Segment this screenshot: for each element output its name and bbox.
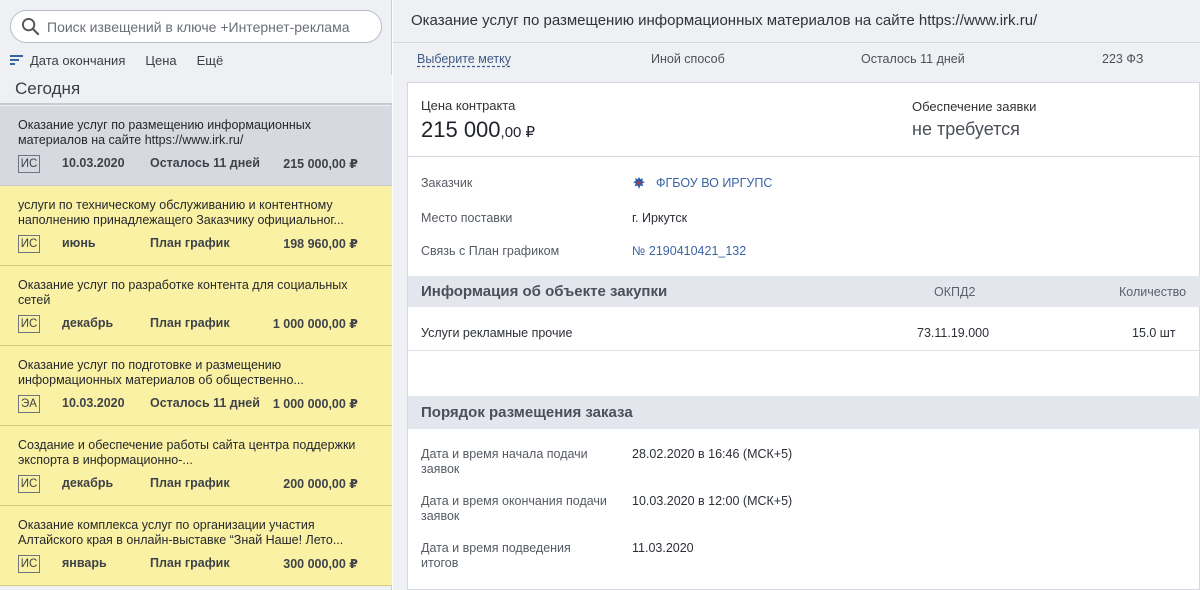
list-item-title: Оказание услуг по подготовке и размещени… — [18, 358, 304, 387]
order-results-value: 11.03.2020 — [632, 541, 694, 555]
group-header-today: Сегодня — [0, 75, 392, 105]
search-icon[interactable] — [21, 17, 40, 36]
object-okpd: 73.11.19.000 — [917, 326, 990, 340]
delivery-place-label: Место поставки — [421, 211, 513, 225]
detail-panel: Оказание услуг по размещению информацион… — [393, 0, 1200, 590]
sort-by-price[interactable]: Цена — [145, 53, 176, 68]
list-item-title: Оказание комплекса услуг по организации … — [18, 518, 344, 547]
detail-card: Цена контракта 215 000,00 ₽ Обеспечение … — [407, 82, 1200, 590]
sort-bar: Дата окончания Цена Ещё — [10, 50, 243, 70]
list-item-meta: ИС июнь План график 198 960,00 ₽ — [18, 235, 358, 253]
contract-price-label: Цена контракта — [421, 98, 516, 113]
page-title: Оказание услуг по размещению информацион… — [411, 12, 1038, 29]
law-badge: 223 ФЗ — [1102, 52, 1144, 66]
eagle-emblem-icon — [633, 177, 645, 189]
quantity-column-header: Количество — [1119, 285, 1187, 299]
object-section-header: Информация об объекте закупки ОКПД2 Коли… — [408, 276, 1200, 307]
procedure-type-badge: ИС — [18, 155, 40, 173]
list-item[interactable]: Оказание услуг по разработке контента дл… — [0, 266, 392, 346]
sort-more[interactable]: Ещё — [197, 53, 224, 68]
order-end-value: 10.03.2020 в 12:00 (МСК+5) — [632, 494, 793, 508]
procedure-type-badge: ИС — [18, 315, 40, 333]
order-start-value: 28.02.2020 в 16:46 (МСК+5) — [632, 447, 793, 461]
results-panel: Дата окончания Цена Ещё Сегодня Оказание… — [0, 0, 392, 590]
procedure-type-badge: ЭА — [18, 395, 40, 413]
list-item-status: План график — [150, 476, 230, 490]
divider — [408, 350, 1200, 351]
security-label: Обеспечение заявки — [912, 99, 1037, 114]
tag-bar: Выберите метку Иной способ Осталось 11 д… — [393, 43, 1200, 74]
procedure-type-badge: ИС — [18, 475, 40, 493]
procedure-type-badge: ИС — [18, 555, 40, 573]
list-item[interactable]: Создание и обеспечение работы сайта цент… — [0, 426, 392, 506]
list-item-price: 200 000,00 ₽ — [283, 477, 358, 491]
list-item-date: январь — [62, 556, 107, 570]
object-quantity: 15.0 шт — [1132, 326, 1176, 340]
list-item-status: План график — [150, 316, 230, 330]
results-list: Оказание услуг по размещению информацион… — [0, 106, 392, 586]
object-section-title: Информация об объекте закупки — [421, 283, 668, 300]
contract-price-whole: 215 000 — [421, 117, 501, 142]
list-item-price: 1 000 000,00 ₽ — [272, 397, 358, 411]
procedure-type-badge: ИС — [18, 235, 40, 253]
sort-by-end-date[interactable]: Дата окончания — [30, 53, 125, 68]
list-item-status: План график — [150, 556, 230, 570]
list-item-price: 1 000 000,00 ₽ — [272, 317, 358, 331]
list-item-status: План график — [150, 236, 230, 250]
list-item-date: 10.03.2020 — [62, 396, 125, 410]
object-name: Услуги рекламные прочие — [421, 326, 573, 340]
list-item-meta: ИС 10.03.2020 Осталось 11 дней 215 000,0… — [18, 155, 358, 173]
list-item-title: Оказание услуг по разработке контента дл… — [18, 278, 348, 307]
order-section-header: Порядок размещения заказа — [408, 396, 1200, 429]
customer-label: Заказчик — [421, 176, 473, 190]
list-item-title: Создание и обеспечение работы сайта цент… — [18, 438, 356, 467]
order-section-title: Порядок размещения заказа — [421, 404, 633, 421]
contract-price-value: 215 000,00 ₽ — [421, 117, 535, 143]
list-item-price: 300 000,00 ₽ — [283, 557, 358, 571]
search-input[interactable] — [47, 16, 373, 38]
price-block: Цена контракта 215 000,00 ₽ Обеспечение … — [408, 83, 1200, 157]
list-item[interactable]: Оказание услуг по подготовке и размещени… — [0, 346, 392, 426]
list-item-date: 10.03.2020 — [62, 156, 125, 170]
sort-lines-icon[interactable] — [10, 54, 24, 66]
security-value: не требуется — [912, 119, 1020, 139]
list-item-status: Осталось 11 дней — [150, 156, 260, 170]
choose-tag-link[interactable]: Выберите метку — [417, 52, 511, 66]
delivery-place-value: г. Иркутск — [632, 211, 688, 225]
okpd-column-header: ОКПД2 — [934, 285, 976, 299]
contract-price-fraction: ,00 ₽ — [500, 124, 536, 141]
list-item-date: декабрь — [62, 316, 114, 330]
list-item-meta: ЭА 10.03.2020 Осталось 11 дней 1 000 000… — [18, 395, 358, 413]
procurement-method: Иной способ — [651, 52, 725, 66]
list-item-date: июнь — [62, 236, 96, 250]
list-item[interactable]: услуги по техническому обслуживанию и ко… — [0, 186, 392, 266]
list-item-price: 215 000,00 ₽ — [283, 157, 358, 171]
list-item-meta: ИС декабрь План график 1 000 000,00 ₽ — [18, 315, 358, 333]
list-item-title: Оказание услуг по размещению информацион… — [18, 118, 312, 147]
list-item-meta: ИС январь План график 300 000,00 ₽ — [18, 555, 358, 573]
order-end-label: Дата и время окончания подачи заявок — [421, 494, 607, 523]
days-remaining: Осталось 11 дней — [861, 52, 965, 66]
list-item[interactable]: Оказание комплекса услуг по организации … — [0, 506, 392, 586]
search-box[interactable] — [10, 10, 382, 43]
list-item-meta: ИС декабрь План график 200 000,00 ₽ — [18, 475, 358, 493]
order-results-label: Дата и время подведения итогов — [421, 541, 571, 570]
plan-schedule-link[interactable]: № 2190410421_132 — [632, 244, 746, 258]
list-item-date: декабрь — [62, 476, 114, 490]
list-item-price: 198 960,00 ₽ — [283, 237, 358, 251]
list-item-title: услуги по техническому обслуживанию и ко… — [18, 198, 344, 227]
order-start-label: Дата и время начала подачи заявок — [421, 447, 588, 476]
list-item[interactable]: Оказание услуг по размещению информацион… — [0, 106, 392, 186]
customer-link[interactable]: ФГБОУ ВО ИРГУПС — [656, 176, 772, 190]
plan-link-label: Связь с План графиком — [421, 244, 560, 258]
list-item-status: Осталось 11 дней — [150, 396, 260, 410]
